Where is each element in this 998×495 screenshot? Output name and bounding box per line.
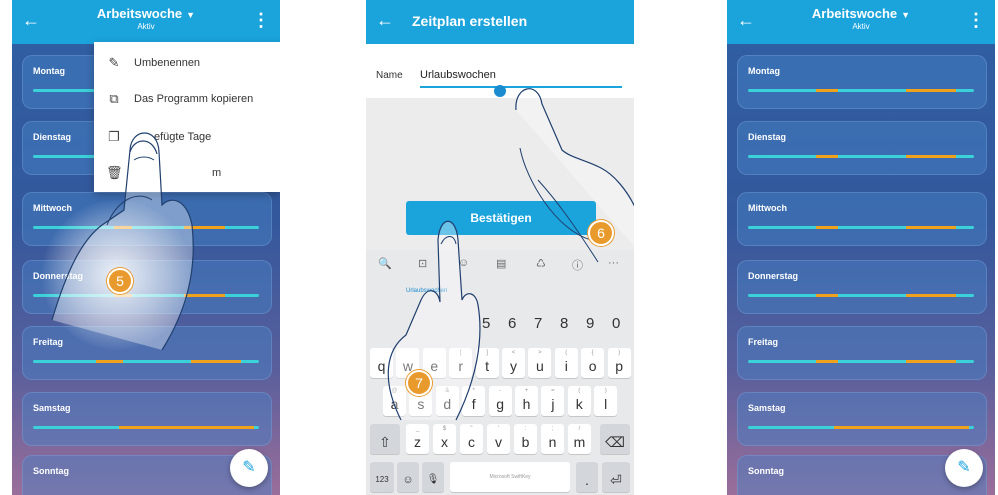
comfort-segment — [815, 294, 839, 297]
pointing-hand-illustration — [51, 132, 194, 351]
day-card-wednesday[interactable]: Mittwoch — [737, 192, 987, 246]
comfort-segment — [833, 426, 970, 429]
schedule-track — [748, 294, 974, 297]
phone-screen-1: ← Arbeitswoche ▼ Aktiv ⋮ Montag Dienstag … — [12, 0, 280, 495]
top-bar: ← Arbeitswoche ▼ Aktiv ⋮ — [727, 0, 995, 44]
day-card-monday[interactable]: Montag — [737, 55, 987, 109]
step-number-badge: 5 — [107, 268, 133, 294]
kebab-menu-icon[interactable]: ⋮ — [967, 10, 985, 30]
title-block[interactable]: Arbeitswoche ▼ Aktiv — [727, 6, 995, 31]
day-name: Donnerstag — [748, 271, 799, 281]
day-name: Sonntag — [748, 466, 784, 476]
day-name: Samstag — [748, 403, 786, 413]
page-title: Arbeitswoche ▼ — [811, 6, 911, 21]
day-card-thursday[interactable]: Donnerstag — [737, 260, 987, 314]
comfort-segment — [815, 226, 839, 229]
comfort-segment — [815, 360, 839, 363]
day-card-tuesday[interactable]: Dienstag — [737, 121, 987, 175]
comfort-segment — [815, 155, 839, 158]
phone-screen-2: ← Zeitplan erstellen Name Urlaubswochen … — [366, 0, 634, 495]
edit-fab-button[interactable]: ✎ — [945, 449, 983, 487]
schedule-track — [748, 360, 974, 363]
comfort-segment — [815, 89, 839, 92]
day-card-friday[interactable]: Freitag — [737, 326, 987, 380]
schedule-track — [748, 426, 974, 429]
comfort-segment — [906, 226, 956, 229]
step-number-badge: 6 — [588, 220, 614, 246]
schedule-track — [748, 89, 974, 92]
day-name: Dienstag — [748, 132, 787, 142]
comfort-segment — [906, 360, 956, 363]
pointing-hand-illustration — [387, 88, 634, 421]
day-card-saturday[interactable]: Samstag — [737, 392, 987, 446]
step-number-badge: 7 — [406, 370, 432, 396]
phone-screen-3: ← Arbeitswoche ▼ Aktiv ⋮ Montag Dienstag … — [727, 0, 995, 495]
day-name: Freitag — [748, 337, 779, 347]
page-subtitle: Aktiv — [852, 22, 870, 31]
comfort-segment — [906, 294, 956, 297]
schedule-track — [748, 226, 974, 229]
comfort-segment — [906, 155, 956, 158]
day-name: Montag — [748, 66, 780, 76]
caret-down-icon: ▼ — [901, 10, 911, 20]
comfort-segment — [906, 89, 956, 92]
day-name: Mittwoch — [748, 203, 787, 213]
schedule-track — [748, 155, 974, 158]
